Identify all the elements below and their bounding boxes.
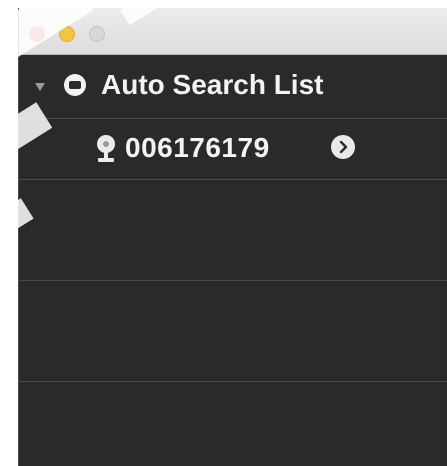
- device-id-label: 006176179: [125, 132, 270, 163]
- minimize-window-button[interactable]: [59, 26, 75, 42]
- disclosure-triangle-icon[interactable]: [35, 83, 45, 91]
- folder-circle-icon: [64, 74, 86, 96]
- empty-row: [19, 281, 447, 382]
- empty-row: [19, 180, 447, 281]
- camera-icon: [95, 134, 117, 164]
- screen: Auto Search List 006176179: [0, 0, 447, 466]
- chevron-right-circle-icon[interactable]: [331, 135, 355, 159]
- group-label: Auto Search List: [101, 69, 324, 100]
- camera-list-window: Auto Search List 006176179: [18, 8, 447, 466]
- device-tree: Auto Search List 006176179: [19, 55, 447, 466]
- title-bar: [19, 8, 447, 55]
- tree-group-auto-search-list[interactable]: Auto Search List: [19, 55, 447, 119]
- tree-item-device[interactable]: 006176179: [19, 119, 447, 180]
- maximize-window-button: [89, 26, 105, 42]
- close-window-button[interactable]: [29, 26, 45, 42]
